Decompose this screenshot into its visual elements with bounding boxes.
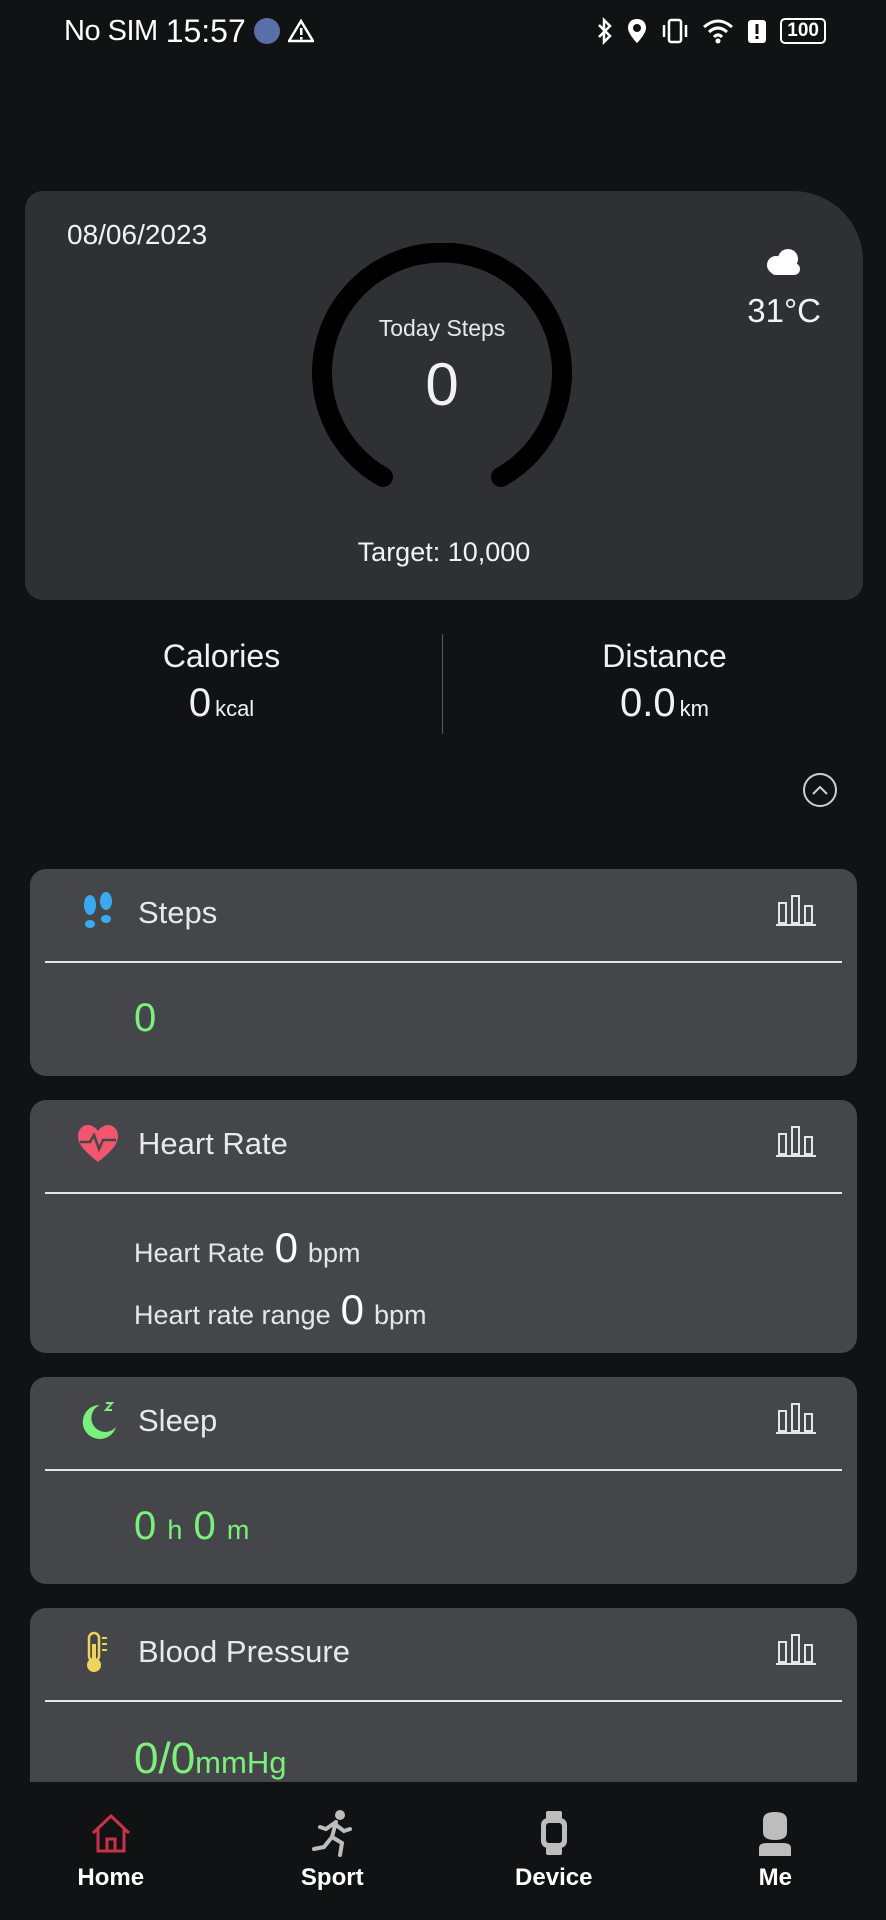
app-notification-icon [253,18,280,44]
sleep-card-header: Sleep [30,1377,857,1469]
blood-pressure-chart-icon[interactable] [775,1632,817,1666]
distance-stat: Distance 0.0 km [443,628,886,738]
battery-level: 100 [780,18,826,44]
distance-unit: km [679,696,709,721]
steps-card-header: Steps [30,869,857,961]
heart-rate-unit: bpm [307,1238,361,1268]
user-icon [759,1812,792,1856]
clock: 15:57 [165,12,246,49]
status-right: 100 [596,17,826,45]
today-steps-value: 0 [425,351,459,418]
blood-pressure-value: 0/0 [134,1734,196,1783]
warning-icon [287,19,314,43]
nav-home[interactable]: Home [0,1782,222,1920]
calories-label: Calories [162,638,281,674]
steps-target: Target: 10,000 [357,537,531,567]
steps-card-divider [45,961,842,963]
steps-chart-icon[interactable] [775,893,817,927]
heart-rate-chart-icon[interactable] [775,1124,817,1158]
thermometer-icon [87,1631,107,1672]
vibrate-icon [663,18,688,44]
heart-rate-value: 0 [274,1224,298,1271]
calories-value: 0 [188,681,212,725]
today-steps-label: Today Steps [378,315,506,341]
nav-sport[interactable]: Sport [222,1782,444,1920]
chevron-up-icon [812,785,828,795]
footprints-icon [84,892,112,928]
sleep-chart-icon[interactable] [775,1401,817,1435]
steps-progress-ring: Today Steps 0 [311,243,573,505]
heart-rate-range-row: Heart rate range 0 bpm [134,1286,427,1334]
blood-pressure-card-divider [45,1700,842,1702]
stats-row: Calories 0 kcal Distance 0.0 km [0,628,886,738]
location-icon [628,19,647,43]
distance-value: 0.0 [620,681,676,725]
heart-rate-card-divider [45,1192,842,1194]
bluetooth-icon [598,17,613,45]
blood-pressure-card[interactable]: Blood Pressure 0/0mmHg [30,1608,857,1808]
watch-icon [540,1811,567,1855]
current-date: 08/06/2023 [67,219,208,250]
calories-unit: kcal [215,696,255,721]
status-left: No SIM 15:57 [64,13,314,50]
calories-stat: Calories 0 kcal [0,628,443,738]
nav-me[interactable]: Me [665,1782,886,1920]
bottom-navigation: Home Sport Device Me [0,1782,886,1920]
distance-label: Distance [602,638,727,674]
steps-value: 0 [134,996,157,1040]
heart-rate-row: Heart Rate 0 bpm [134,1224,360,1272]
blood-pressure-reading: 0/0mmHg [134,1734,286,1784]
running-icon [312,1810,353,1857]
heart-rate-range-label: Heart rate range [134,1300,331,1330]
stats-divider [442,634,443,734]
battery-alert-icon [748,20,767,43]
heart-rate-card-header: Heart Rate [30,1100,857,1192]
today-summary-card[interactable]: 08/06/2023 Today Steps 0 31°C Target: 10… [25,191,863,600]
blood-pressure-card-title: Blood Pressure [138,1634,350,1669]
ring-center: Today Steps 0 [311,315,573,419]
heart-rate-label: Heart Rate [134,1238,265,1268]
heart-rate-range-value: 0 [340,1286,364,1333]
heart-rate-card-title: Heart Rate [138,1126,288,1161]
wifi-icon [703,19,734,44]
sleep-hours: 0 [134,1504,157,1548]
sleep-duration: 0 h 0 m [134,1504,249,1549]
nav-sport-label: Sport [300,1864,364,1891]
nav-device[interactable]: Device [443,1782,665,1920]
nav-me-label: Me [758,1864,792,1891]
collapse-button[interactable] [803,773,837,807]
heart-rate-card[interactable]: Heart Rate Heart Rate 0 bpm Heart rate r… [30,1100,857,1353]
cloud-icon [767,249,801,275]
nav-device-label: Device [515,1864,593,1891]
steps-card-title: Steps [138,895,218,930]
status-bar: No SIM 15:57 100 [0,0,886,62]
sleep-card[interactable]: Sleep 0 h 0 m [30,1377,857,1584]
blood-pressure-card-header: Blood Pressure [30,1608,857,1700]
moon-icon [82,1402,116,1439]
carrier-text: No SIM [64,14,158,47]
blood-pressure-unit: mmHg [195,1745,287,1780]
weather-widget: 31°C [747,247,821,330]
heart-pulse-icon [78,1125,118,1162]
sleep-hours-unit: h [167,1515,183,1545]
sleep-card-divider [45,1469,842,1471]
home-icon [91,1813,130,1853]
sleep-minutes-unit: m [226,1515,250,1545]
steps-card[interactable]: Steps 0 [30,869,857,1076]
heart-rate-range-unit: bpm [373,1300,427,1330]
sleep-minutes: 0 [193,1504,216,1548]
sleep-card-title: Sleep [138,1403,218,1438]
temperature: 31°C [747,292,821,329]
nav-home-label: Home [77,1864,145,1891]
